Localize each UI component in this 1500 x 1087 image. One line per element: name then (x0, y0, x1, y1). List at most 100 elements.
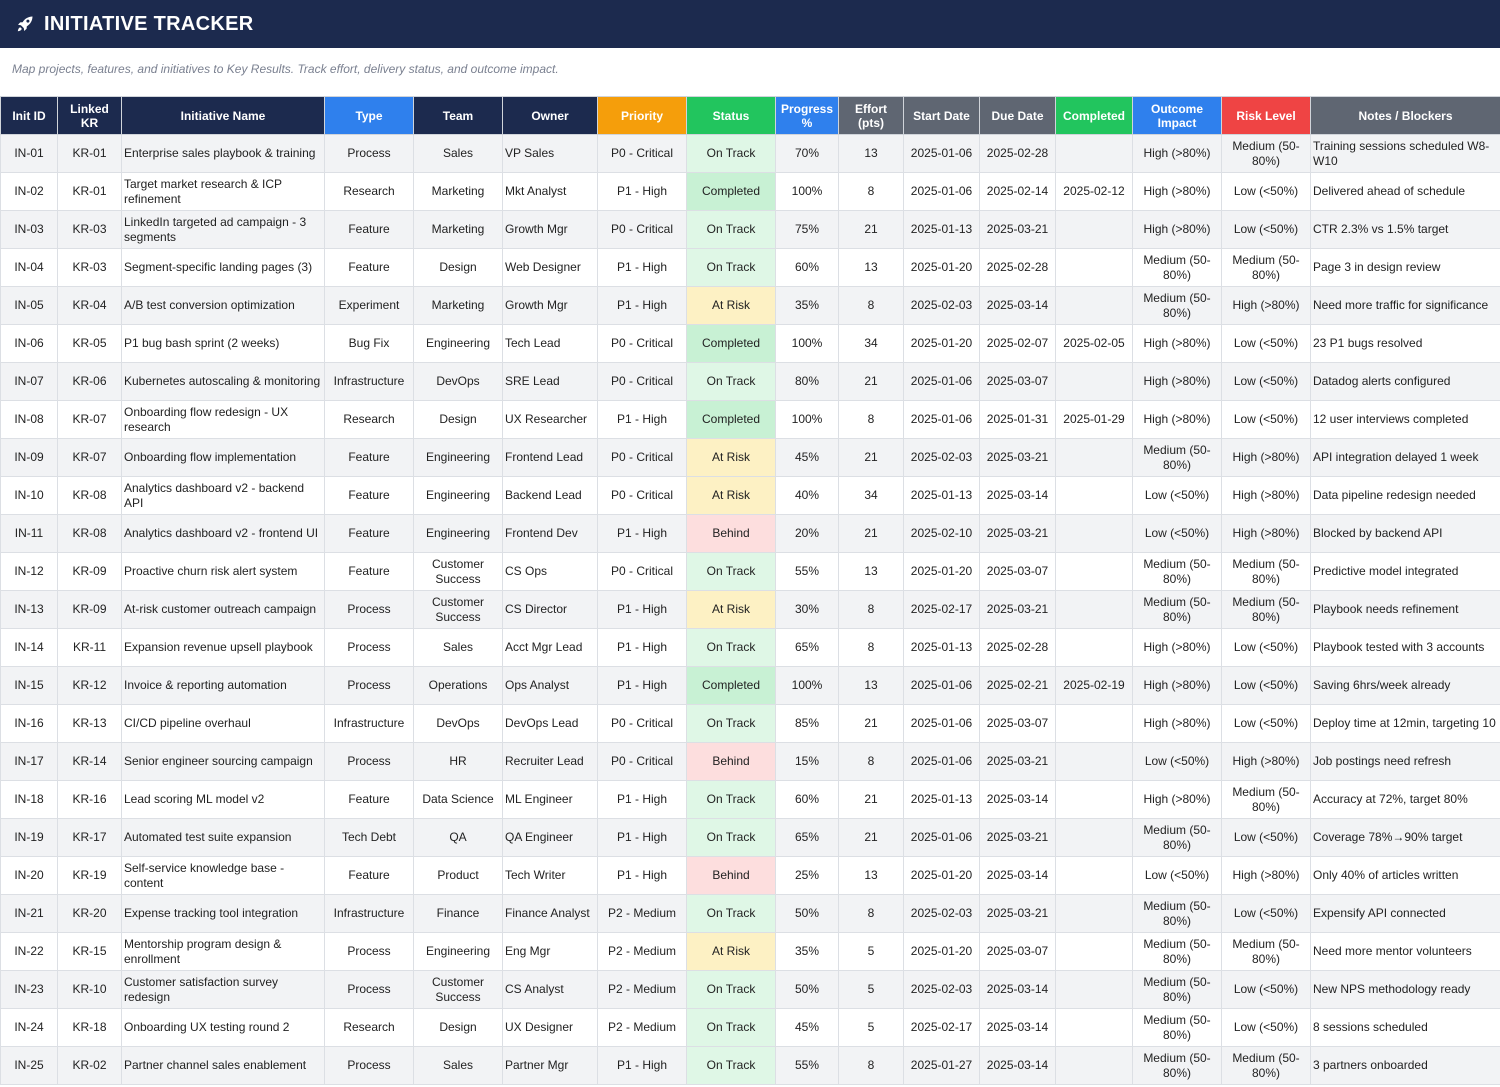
cell-owner[interactable]: Growth Mgr (502, 286, 598, 325)
cell-progress[interactable]: 25% (775, 856, 839, 895)
cell-progress[interactable]: 75% (775, 210, 839, 249)
cell-start-date[interactable]: 2025-01-20 (903, 932, 980, 971)
cell-outcome-impact[interactable]: Medium (50-80%) (1132, 1008, 1222, 1047)
cell-type[interactable]: Process (324, 628, 414, 667)
cell-initiative-name[interactable]: Customer satisfaction survey redesign (121, 970, 325, 1009)
cell-initiative-name[interactable]: Target market research & ICP refinement (121, 172, 325, 211)
cell-risk-level[interactable]: Low (<50%) (1221, 324, 1311, 363)
cell-due-date[interactable]: 2025-03-14 (979, 856, 1056, 895)
cell-due-date[interactable]: 2025-03-21 (979, 514, 1056, 553)
cell-linked-kr[interactable]: KR-18 (57, 1008, 122, 1047)
cell-initiative-name[interactable]: Lead scoring ML model v2 (121, 780, 325, 819)
cell-completed[interactable] (1055, 552, 1133, 591)
cell-status[interactable]: On Track (686, 1046, 776, 1085)
cell-effort[interactable]: 13 (838, 248, 904, 287)
cell-due-date[interactable]: 2025-03-07 (979, 552, 1056, 591)
cell-type[interactable]: Infrastructure (324, 894, 414, 933)
cell-effort[interactable]: 34 (838, 324, 904, 363)
cell-team[interactable]: Engineering (413, 438, 503, 477)
table-row[interactable]: IN-06 KR-05 P1 bug bash sprint (2 weeks) Bu… (0, 324, 1500, 363)
cell-type[interactable]: Feature (324, 856, 414, 895)
table-row[interactable]: IN-01 KR-01 Enterprise sales playbook & tr… (0, 134, 1500, 173)
cell-completed[interactable] (1055, 856, 1133, 895)
cell-progress[interactable]: 100% (775, 324, 839, 363)
cell-linked-kr[interactable]: KR-09 (57, 552, 122, 591)
cell-outcome-impact[interactable]: Medium (50-80%) (1132, 1046, 1222, 1085)
cell-risk-level[interactable]: Low (<50%) (1221, 970, 1311, 1009)
cell-owner[interactable]: Mkt Analyst (502, 172, 598, 211)
cell-notes[interactable]: 3 partners onboarded (1310, 1046, 1500, 1085)
cell-notes[interactable]: Expensify API connected (1310, 894, 1500, 933)
cell-outcome-impact[interactable]: Medium (50-80%) (1132, 894, 1222, 933)
cell-outcome-impact[interactable]: High (>80%) (1132, 172, 1222, 211)
cell-effort[interactable]: 5 (838, 932, 904, 971)
cell-status[interactable]: Behind (686, 742, 776, 781)
cell-owner[interactable]: Tech Lead (502, 324, 598, 363)
cell-outcome-impact[interactable]: Low (<50%) (1132, 514, 1222, 553)
cell-init-id[interactable]: IN-18 (0, 780, 58, 819)
cell-effort[interactable]: 21 (838, 704, 904, 743)
cell-due-date[interactable]: 2025-03-14 (979, 1046, 1056, 1085)
cell-start-date[interactable]: 2025-02-17 (903, 590, 980, 629)
cell-initiative-name[interactable]: Senior engineer sourcing campaign (121, 742, 325, 781)
table-row[interactable]: IN-09 KR-07 Onboarding flow implementation… (0, 438, 1500, 477)
cell-start-date[interactable]: 2025-01-20 (903, 324, 980, 363)
cell-priority[interactable]: P0 - Critical (597, 210, 687, 249)
cell-type[interactable]: Feature (324, 552, 414, 591)
cell-initiative-name[interactable]: P1 bug bash sprint (2 weeks) (121, 324, 325, 363)
cell-owner[interactable]: SRE Lead (502, 362, 598, 401)
cell-notes[interactable]: New NPS methodology ready (1310, 970, 1500, 1009)
cell-priority[interactable]: P1 - High (597, 666, 687, 705)
cell-type[interactable]: Bug Fix (324, 324, 414, 363)
cell-risk-level[interactable]: Medium (50-80%) (1221, 134, 1311, 173)
cell-priority[interactable]: P0 - Critical (597, 552, 687, 591)
cell-outcome-impact[interactable]: High (>80%) (1132, 666, 1222, 705)
cell-outcome-impact[interactable]: High (>80%) (1132, 210, 1222, 249)
cell-priority[interactable]: P0 - Critical (597, 134, 687, 173)
cell-status[interactable]: Completed (686, 666, 776, 705)
cell-notes[interactable]: Predictive model integrated (1310, 552, 1500, 591)
cell-type[interactable]: Feature (324, 210, 414, 249)
cell-linked-kr[interactable]: KR-14 (57, 742, 122, 781)
cell-type[interactable]: Feature (324, 248, 414, 287)
cell-effort[interactable]: 5 (838, 1008, 904, 1047)
cell-start-date[interactable]: 2025-01-13 (903, 628, 980, 667)
cell-start-date[interactable]: 2025-01-06 (903, 172, 980, 211)
cell-completed[interactable] (1055, 476, 1133, 515)
cell-type[interactable]: Process (324, 742, 414, 781)
table-row[interactable]: IN-24 KR-18 Onboarding UX testing round 2R… (0, 1008, 1500, 1047)
cell-progress[interactable]: 70% (775, 134, 839, 173)
cell-effort[interactable]: 34 (838, 476, 904, 515)
cell-notes[interactable]: Data pipeline redesign needed (1310, 476, 1500, 515)
cell-due-date[interactable]: 2025-03-21 (979, 742, 1056, 781)
cell-risk-level[interactable]: Low (<50%) (1221, 362, 1311, 401)
cell-effort[interactable]: 21 (838, 818, 904, 857)
cell-progress[interactable]: 100% (775, 400, 839, 439)
cell-progress[interactable]: 65% (775, 628, 839, 667)
cell-risk-level[interactable]: High (>80%) (1221, 514, 1311, 553)
cell-linked-kr[interactable]: KR-17 (57, 818, 122, 857)
table-row[interactable]: IN-18 KR-16 Lead scoring ML model v2 Featur… (0, 780, 1500, 819)
cell-outcome-impact[interactable]: High (>80%) (1132, 134, 1222, 173)
cell-initiative-name[interactable]: Invoice & reporting automation (121, 666, 325, 705)
cell-completed[interactable] (1055, 970, 1133, 1009)
cell-effort[interactable]: 8 (838, 286, 904, 325)
cell-start-date[interactable]: 2025-02-03 (903, 438, 980, 477)
cell-notes[interactable]: Accuracy at 72%, target 80% (1310, 780, 1500, 819)
column-header-type[interactable]: Type (324, 96, 414, 135)
cell-owner[interactable]: Recruiter Lead (502, 742, 598, 781)
cell-outcome-impact[interactable]: Low (<50%) (1132, 476, 1222, 515)
cell-team[interactable]: DevOps (413, 362, 503, 401)
cell-team[interactable]: Design (413, 400, 503, 439)
cell-linked-kr[interactable]: KR-15 (57, 932, 122, 971)
cell-risk-level[interactable]: Medium (50-80%) (1221, 590, 1311, 629)
cell-linked-kr[interactable]: KR-12 (57, 666, 122, 705)
cell-effort[interactable]: 8 (838, 400, 904, 439)
cell-outcome-impact[interactable]: High (>80%) (1132, 362, 1222, 401)
cell-outcome-impact[interactable]: Medium (50-80%) (1132, 248, 1222, 287)
cell-notes[interactable]: Delivered ahead of schedule (1310, 172, 1500, 211)
cell-effort[interactable]: 5 (838, 970, 904, 1009)
cell-start-date[interactable]: 2025-01-13 (903, 780, 980, 819)
cell-progress[interactable]: 15% (775, 742, 839, 781)
cell-team[interactable]: Operations (413, 666, 503, 705)
